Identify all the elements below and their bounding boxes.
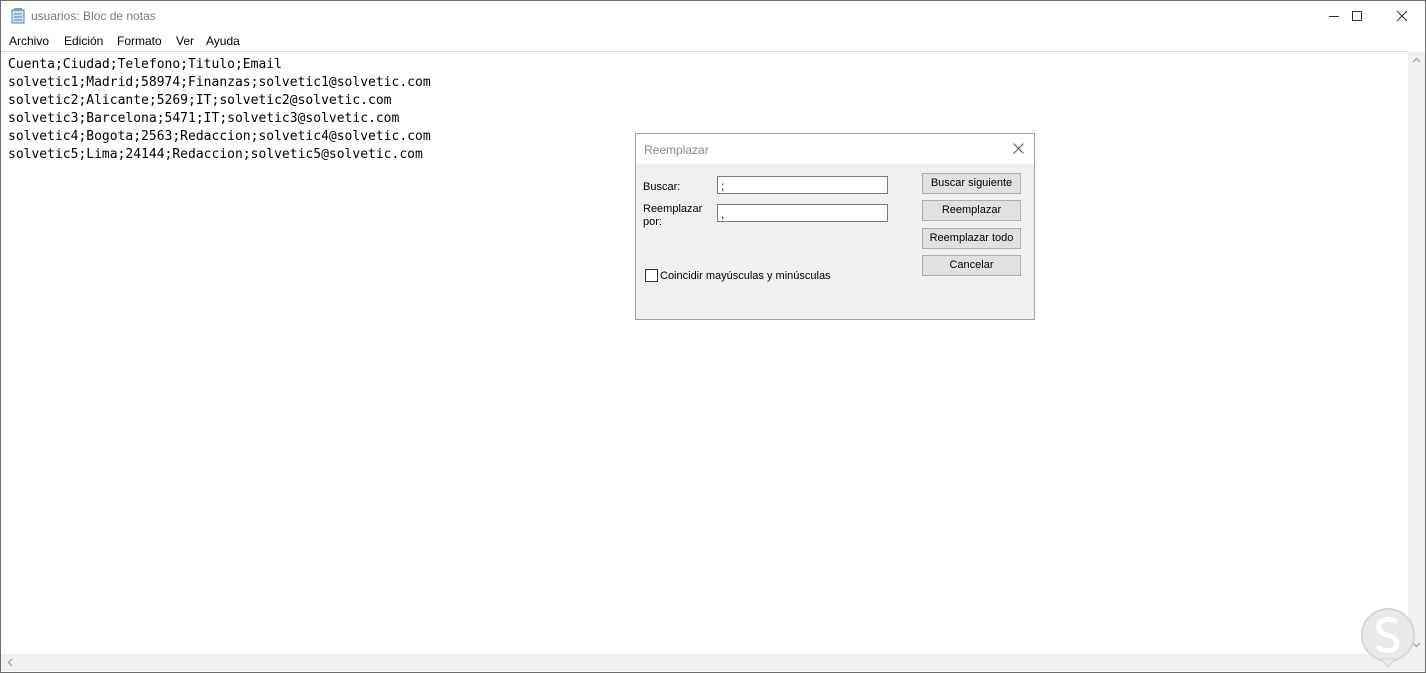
- find-next-button[interactable]: Buscar siguiente: [922, 173, 1021, 194]
- scroll-up-icon[interactable]: [1412, 57, 1421, 63]
- match-case-label[interactable]: Coincidir mayúsculas y minúsculas: [660, 270, 831, 282]
- find-input[interactable]: ;: [717, 176, 888, 194]
- editor-line: solvetic5;Lima;24144;Redaccion;solvetic5…: [8, 147, 423, 162]
- notepad-icon: [11, 8, 25, 24]
- close-button[interactable]: [1379, 1, 1425, 31]
- editor-line: solvetic4;Bogota;2563;Redaccion;solvetic…: [8, 129, 431, 144]
- watermark-logo-icon: [1361, 608, 1415, 668]
- editor-line: Cuenta;Ciudad;Telefono;Titulo;Email: [8, 57, 282, 72]
- editor-line: solvetic1;Madrid;58974;Finanzas;solvetic…: [8, 75, 431, 90]
- replace-dialog: Reemplazar Buscar: ; Reemplazar por: , C…: [635, 133, 1035, 320]
- close-icon: [1013, 143, 1024, 154]
- menu-formato[interactable]: Formato: [117, 34, 162, 48]
- match-case-checkbox[interactable]: [645, 269, 658, 282]
- menu-ver[interactable]: Ver: [176, 34, 194, 48]
- replace-label: Reemplazar: [643, 203, 703, 215]
- find-label: Buscar:: [643, 181, 681, 193]
- editor-content[interactable]: Cuenta;Ciudad;Telefono;Titulo;Email solve…: [8, 56, 431, 164]
- vertical-scrollbar[interactable]: [1408, 52, 1425, 654]
- replace-button[interactable]: Reemplazar: [922, 200, 1021, 221]
- dialog-title: Reemplazar: [644, 143, 709, 157]
- replace-input[interactable]: ,: [717, 204, 888, 222]
- notepad-window: usuarios: Bloc de notas Archivo Edición …: [0, 0, 1426, 673]
- cancel-button[interactable]: Cancelar: [922, 255, 1021, 276]
- title-bar[interactable]: usuarios: Bloc de notas: [1, 1, 1425, 31]
- scroll-left-icon[interactable]: [7, 658, 13, 667]
- close-icon: [1396, 10, 1408, 22]
- dialog-close-button[interactable]: [1006, 138, 1030, 160]
- replace-all-button[interactable]: Reemplazar todo: [922, 228, 1021, 249]
- menu-archivo[interactable]: Archivo: [9, 34, 49, 48]
- horizontal-scrollbar[interactable]: [1, 654, 1408, 671]
- menu-bar: Archivo Edición Formato Ver Ayuda: [1, 31, 1425, 51]
- editor-line: solvetic2;Alicante;5269;IT;solvetic2@sol…: [8, 93, 392, 108]
- replace-label-line2: por:: [643, 216, 662, 228]
- menu-ayuda[interactable]: Ayuda: [206, 34, 240, 48]
- editor-line: solvetic3;Barcelona;5471;IT;solvetic3@so…: [8, 111, 400, 126]
- dialog-title-bar[interactable]: Reemplazar: [636, 134, 1034, 164]
- maximize-button[interactable]: [1334, 1, 1380, 31]
- menu-edicion[interactable]: Edición: [64, 34, 103, 48]
- window-title: usuarios: Bloc de notas: [31, 9, 156, 23]
- maximize-icon: [1352, 11, 1362, 21]
